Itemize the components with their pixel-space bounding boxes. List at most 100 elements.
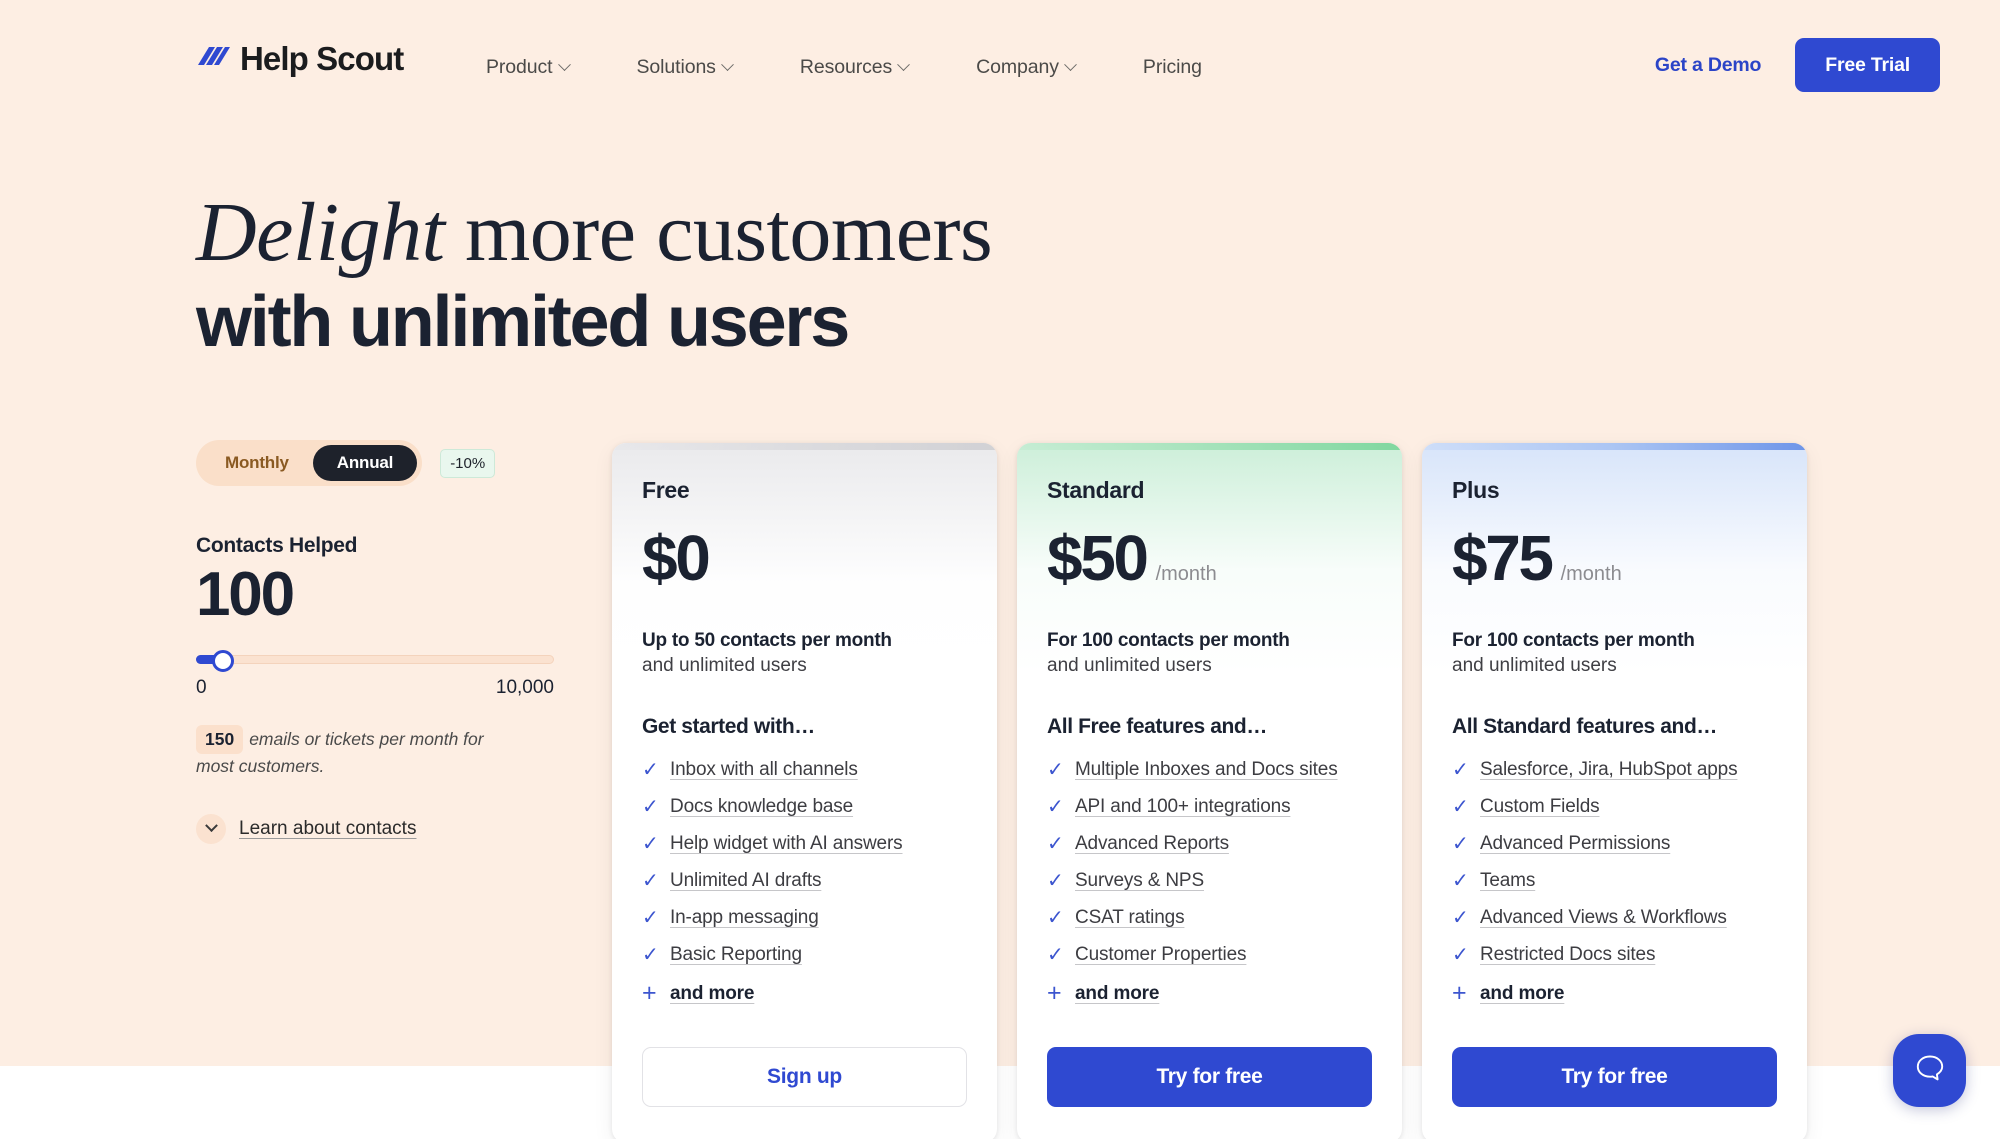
billing-period-toggle[interactable]: Monthly Annual xyxy=(196,440,423,486)
nav-item-product[interactable]: Product xyxy=(452,50,603,85)
feature-label: Unlimited AI drafts xyxy=(670,870,822,891)
feature-label: Advanced Reports xyxy=(1075,833,1229,854)
list-item[interactable]: ✓ Docs knowledge base xyxy=(642,796,967,818)
chat-bubble-icon xyxy=(1913,1051,1947,1090)
slider-track[interactable] xyxy=(196,655,554,665)
feature-label: API and 100+ integrations xyxy=(1075,796,1291,817)
card-accent-bar xyxy=(612,443,997,450)
card-accent-bar xyxy=(1017,443,1402,450)
pricing-calculator: Monthly Annual -10% Contacts Helped 100 … xyxy=(196,440,556,844)
plan-subtitle-bold: Up to 50 contacts per month xyxy=(642,630,892,651)
list-item[interactable]: ✓ Surveys & NPS xyxy=(1047,870,1372,892)
check-icon: ✓ xyxy=(1452,907,1469,929)
nav-item-company[interactable]: Company xyxy=(942,50,1109,85)
pricing-card-free: Free $0 Up to 50 contacts per month and … xyxy=(612,443,997,1139)
headline-rest: more customers xyxy=(444,186,993,279)
chevron-down-icon xyxy=(897,58,911,72)
plan-cta-button-free[interactable]: Sign up xyxy=(642,1047,967,1107)
and-more-label: and more xyxy=(1075,982,1160,1004)
nav-label: Solutions xyxy=(636,56,716,78)
check-icon: ✓ xyxy=(1047,907,1064,929)
list-item[interactable]: ✓ Help widget with AI answers xyxy=(642,833,967,855)
plan-name: Plus xyxy=(1452,477,1500,503)
plus-icon: + xyxy=(1452,979,1467,1007)
plan-subtitle-normal: and unlimited users xyxy=(1047,655,1212,676)
nav-item-pricing[interactable]: Pricing xyxy=(1109,50,1236,85)
feature-label: In-app messaging xyxy=(670,907,819,928)
plan-features-title: Get started with… xyxy=(642,715,815,738)
headline-line-1: Delight more customers xyxy=(196,188,1196,278)
learn-about-contacts-toggle[interactable]: Learn about contacts xyxy=(196,813,556,844)
contacts-slider[interactable] xyxy=(196,650,554,673)
slider-thumb[interactable] xyxy=(212,650,234,673)
and-more-row[interactable]: + and more xyxy=(642,981,967,1006)
plan-features-list: ✓ Inbox with all channels ✓ Docs knowled… xyxy=(642,759,967,1006)
list-item[interactable]: ✓ Restricted Docs sites xyxy=(1452,944,1777,966)
card-accent-bar xyxy=(1422,443,1807,450)
emails-note: 150 emails or tickets per month for most … xyxy=(196,725,526,780)
list-item[interactable]: ✓ Multiple Inboxes and Docs sites xyxy=(1047,759,1372,781)
billing-annual-option[interactable]: Annual xyxy=(312,445,418,481)
chevron-down-icon xyxy=(196,813,226,844)
feature-label: CSAT ratings xyxy=(1075,907,1185,928)
and-more-label: and more xyxy=(1480,982,1565,1004)
plan-name: Standard xyxy=(1047,477,1145,503)
plan-subtitle-bold: For 100 contacts per month xyxy=(1047,630,1290,651)
headline-italic-word: Delight xyxy=(196,186,445,279)
check-icon: ✓ xyxy=(642,944,659,966)
and-more-row[interactable]: + and more xyxy=(1452,981,1777,1006)
nav-item-solutions[interactable]: Solutions xyxy=(603,50,766,85)
pricing-cards: Free $0 Up to 50 contacts per month and … xyxy=(612,443,1807,1139)
nav-label: Resources xyxy=(799,56,893,78)
plan-cta-button-plus[interactable]: Try for free xyxy=(1452,1047,1777,1107)
pricing-page: Help Scout Product Solutions Resources C… xyxy=(0,0,2000,1139)
plan-subtitle-normal: and unlimited users xyxy=(1452,655,1617,676)
list-item[interactable]: ✓ Inbox with all channels xyxy=(642,759,967,781)
and-more-row[interactable]: + and more xyxy=(1047,981,1372,1006)
plan-features-title: All Standard features and… xyxy=(1452,715,1717,738)
list-item[interactable]: ✓ Unlimited AI drafts xyxy=(642,870,967,892)
plus-icon: + xyxy=(642,979,657,1007)
plan-price: $0 xyxy=(642,522,711,594)
list-item[interactable]: ✓ Advanced Reports xyxy=(1047,833,1372,855)
feature-label: Teams xyxy=(1480,870,1536,891)
list-item[interactable]: ✓ Customer Properties xyxy=(1047,944,1372,966)
billing-monthly-option[interactable]: Monthly xyxy=(201,445,313,481)
list-item[interactable]: ✓ CSAT ratings xyxy=(1047,907,1372,929)
plan-price-row: $75 /month xyxy=(1452,526,1777,590)
check-icon: ✓ xyxy=(642,907,659,929)
list-item[interactable]: ✓ API and 100+ integrations xyxy=(1047,796,1372,818)
logo-link[interactable]: Help Scout xyxy=(196,42,404,75)
nav-label: Company xyxy=(976,56,1059,78)
check-icon: ✓ xyxy=(642,870,659,892)
contacts-helped-label: Contacts Helped xyxy=(196,534,358,557)
list-item[interactable]: ✓ Advanced Permissions xyxy=(1452,833,1777,855)
pricing-card-standard: Standard $50 /month For 100 contacts per… xyxy=(1017,443,1402,1139)
list-item[interactable]: ✓ Salesforce, Jira, HubSpot apps xyxy=(1452,759,1777,781)
free-trial-button[interactable]: Free Trial xyxy=(1795,38,1940,92)
plan-cta-button-standard[interactable]: Try for free xyxy=(1047,1047,1372,1107)
get-a-demo-link[interactable]: Get a Demo xyxy=(1655,54,1762,77)
contacts-helped-value: 100 xyxy=(196,560,295,629)
check-icon: ✓ xyxy=(1452,759,1469,781)
nav-label: Pricing xyxy=(1142,56,1202,78)
list-item[interactable]: ✓ Custom Fields xyxy=(1452,796,1777,818)
list-item[interactable]: ✓ In-app messaging xyxy=(642,907,967,929)
list-item[interactable]: ✓ Teams xyxy=(1452,870,1777,892)
feature-label: Advanced Views & Workflows xyxy=(1480,907,1727,928)
check-icon: ✓ xyxy=(1047,759,1064,781)
learn-about-contacts-label: Learn about contacts xyxy=(239,817,417,839)
helpscout-logo-icon xyxy=(196,44,230,74)
check-icon: ✓ xyxy=(1047,796,1064,818)
plan-period: /month xyxy=(1155,563,1217,585)
emails-count-badge: 150 xyxy=(196,725,244,755)
nav-item-resources[interactable]: Resources xyxy=(766,50,942,85)
feature-label: Inbox with all channels xyxy=(670,759,858,780)
plan-price: $50 xyxy=(1047,522,1149,594)
slider-range-labels: 0 10,000 xyxy=(196,677,554,699)
list-item[interactable]: ✓ Basic Reporting xyxy=(642,944,967,966)
feature-label: Basic Reporting xyxy=(670,944,802,965)
chat-widget-button[interactable] xyxy=(1893,1034,1966,1107)
check-icon: ✓ xyxy=(1047,833,1064,855)
list-item[interactable]: ✓ Advanced Views & Workflows xyxy=(1452,907,1777,929)
